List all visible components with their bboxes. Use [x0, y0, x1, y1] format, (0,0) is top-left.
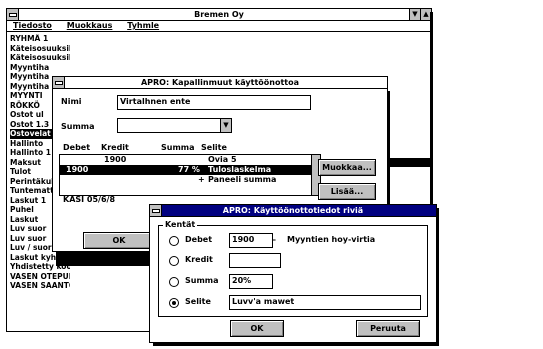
radio-summa[interactable]	[169, 277, 179, 287]
cancel-button[interactable]: Peruuta	[356, 320, 420, 337]
cell: 1900	[66, 165, 89, 174]
type-dropdown[interactable]	[117, 118, 231, 133]
col-kredit: Kredit	[101, 143, 129, 152]
entries-table[interactable]: 1900 Ovia 5 1900 77 % Tuloslaskelma + Pa…	[59, 154, 313, 196]
summa-field[interactable]: 20%	[229, 274, 273, 289]
type-label: Summa	[61, 122, 95, 131]
footer-text: KASI 05/6/8	[63, 195, 116, 204]
summa-label: Summa	[185, 276, 219, 285]
modify-button[interactable]: Muokkaa...	[318, 159, 376, 176]
system-menu-icon[interactable]	[7, 9, 19, 20]
menu-tiedosto[interactable]: Tiedosto	[13, 21, 52, 30]
add-button[interactable]: Lisää...	[318, 183, 376, 200]
list-item[interactable]: RYHMÄ 1	[10, 34, 70, 44]
debet-label: Debet	[185, 235, 213, 244]
ok-button[interactable]: OK	[230, 320, 284, 337]
entries-table-header: Debet Kredit Summa Selite	[61, 143, 311, 153]
list-item[interactable]: VASEN SAANTO	[10, 281, 70, 291]
minimize-icon[interactable]: ▼	[409, 9, 420, 20]
cell: 77 %	[178, 165, 200, 174]
system-menu-icon[interactable]	[150, 205, 162, 216]
table-row[interactable]: 1900 Ovia 5	[60, 155, 312, 165]
plus-icon: +	[198, 175, 205, 184]
selite-label: Selite	[185, 297, 211, 306]
radio-kredit[interactable]	[169, 256, 179, 266]
fields-group: Kentät Debet 1900 Myyntien hoy-virtia – …	[158, 220, 428, 317]
dialog2-title: APRO: Käyttöönottotiedot riviä	[222, 206, 364, 215]
table-row-selected[interactable]: 1900 77 % Tuloslaskelma	[60, 165, 312, 175]
dialog2: APRO: Käyttöönottotiedot riviä Kentät De…	[149, 204, 437, 343]
debet-note: Myyntien hoy-virtia	[287, 235, 376, 244]
kredit-label: Kredit	[185, 255, 213, 264]
main-window-titlebar: Bremen Oy ▼ ▲	[7, 9, 431, 21]
col-summa: Summa	[161, 143, 195, 152]
dialog1-title: APRO: Kapallinmuut käyttöönottoa	[140, 78, 300, 87]
system-menu-icon[interactable]	[53, 77, 65, 88]
debet-field[interactable]: 1900	[229, 233, 273, 248]
dialog1-titlebar: APRO: Kapallinmuut käyttöönottoa	[53, 77, 387, 89]
col-debet: Debet	[63, 143, 91, 152]
group-label: Kentät	[163, 220, 198, 229]
table-row[interactable]: + Paneeli summa	[60, 175, 312, 185]
cell: Ovia 5	[208, 155, 237, 164]
dropdown-arrow-icon[interactable]: ▼	[220, 118, 232, 133]
dialog2-titlebar: APRO: Käyttöönottotiedot riviä	[150, 205, 436, 217]
col-selite: Selite	[201, 143, 227, 152]
main-menubar: Tiedosto Muokkaus Tyhmle	[7, 21, 431, 32]
cell: 1900	[104, 155, 127, 164]
list-item[interactable]: VASEN OTEPURO	[10, 272, 70, 282]
name-label: Nimi	[61, 97, 82, 106]
menu-muokkaus[interactable]: Muokkaus	[67, 21, 113, 30]
cell: Paneeli summa	[208, 175, 277, 184]
radio-selite[interactable]	[169, 298, 179, 308]
list-item[interactable]: Käteisosuuksilla maxim 30 %	[10, 44, 70, 54]
kredit-field[interactable]	[229, 253, 281, 268]
radio-debet[interactable]	[169, 236, 179, 246]
name-field[interactable]: Virtalhnen ente	[117, 95, 311, 110]
dash-separator: –	[272, 235, 276, 244]
list-item[interactable]: Myyntiha	[10, 63, 70, 73]
list-item[interactable]: Käteisosuuksilla 1 %, jälkeen	[10, 53, 70, 63]
cell: Tuloslaskelma	[208, 165, 272, 174]
ok-button[interactable]: OK	[83, 232, 155, 249]
main-window-title: Bremen Oy	[194, 10, 244, 19]
selected-row-highlight	[387, 158, 431, 167]
menu-tyhmle[interactable]: Tyhmle	[127, 21, 159, 30]
selite-field[interactable]: Luvv'a mawet	[229, 295, 421, 310]
